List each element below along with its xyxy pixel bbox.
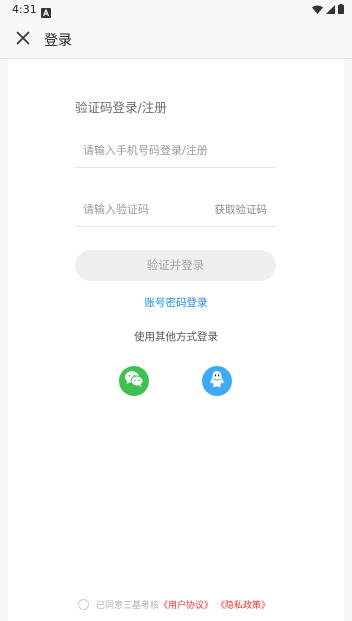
page-title: 登录	[44, 33, 72, 49]
agreement-row: 已同意三基考核 《用户协议》 《隐私政策》	[78, 597, 270, 611]
qq-icon	[209, 370, 225, 393]
section-title: 验证码登录/注册	[75, 100, 167, 115]
battery-icon	[338, 4, 344, 14]
notification-a-icon	[41, 3, 51, 18]
privacy-policy-link[interactable]: 《隐私政策》	[216, 598, 270, 611]
wechat-icon	[124, 370, 144, 392]
agreement-checkbox[interactable]	[78, 598, 89, 610]
wifi-icon	[312, 5, 323, 14]
signal-icon	[326, 4, 335, 14]
get-code-button[interactable]: 获取验证码	[215, 202, 268, 217]
password-login-link[interactable]: 账号密码登录	[0, 295, 352, 310]
agreement-prefix: 已同意三基考核	[96, 600, 160, 611]
user-agreement-link[interactable]: 《用户协议》	[159, 598, 213, 611]
code-field: 获取验证码	[75, 196, 276, 227]
other-login-title: 使用其他方式登录	[134, 331, 218, 343]
close-icon[interactable]	[14, 29, 32, 47]
status-time: 4:31	[12, 3, 37, 16]
status-icons	[312, 4, 344, 14]
qq-login-button[interactable]	[202, 366, 232, 396]
verification-code-input[interactable]	[83, 199, 233, 219]
phone-input[interactable]	[83, 140, 268, 160]
wechat-login-button[interactable]	[119, 366, 149, 396]
phone-field	[75, 137, 276, 168]
app-bar: 登录	[0, 20, 352, 59]
verify-login-button[interactable]: 验证并登录	[75, 250, 276, 281]
status-bar: 4:31	[0, 0, 352, 20]
